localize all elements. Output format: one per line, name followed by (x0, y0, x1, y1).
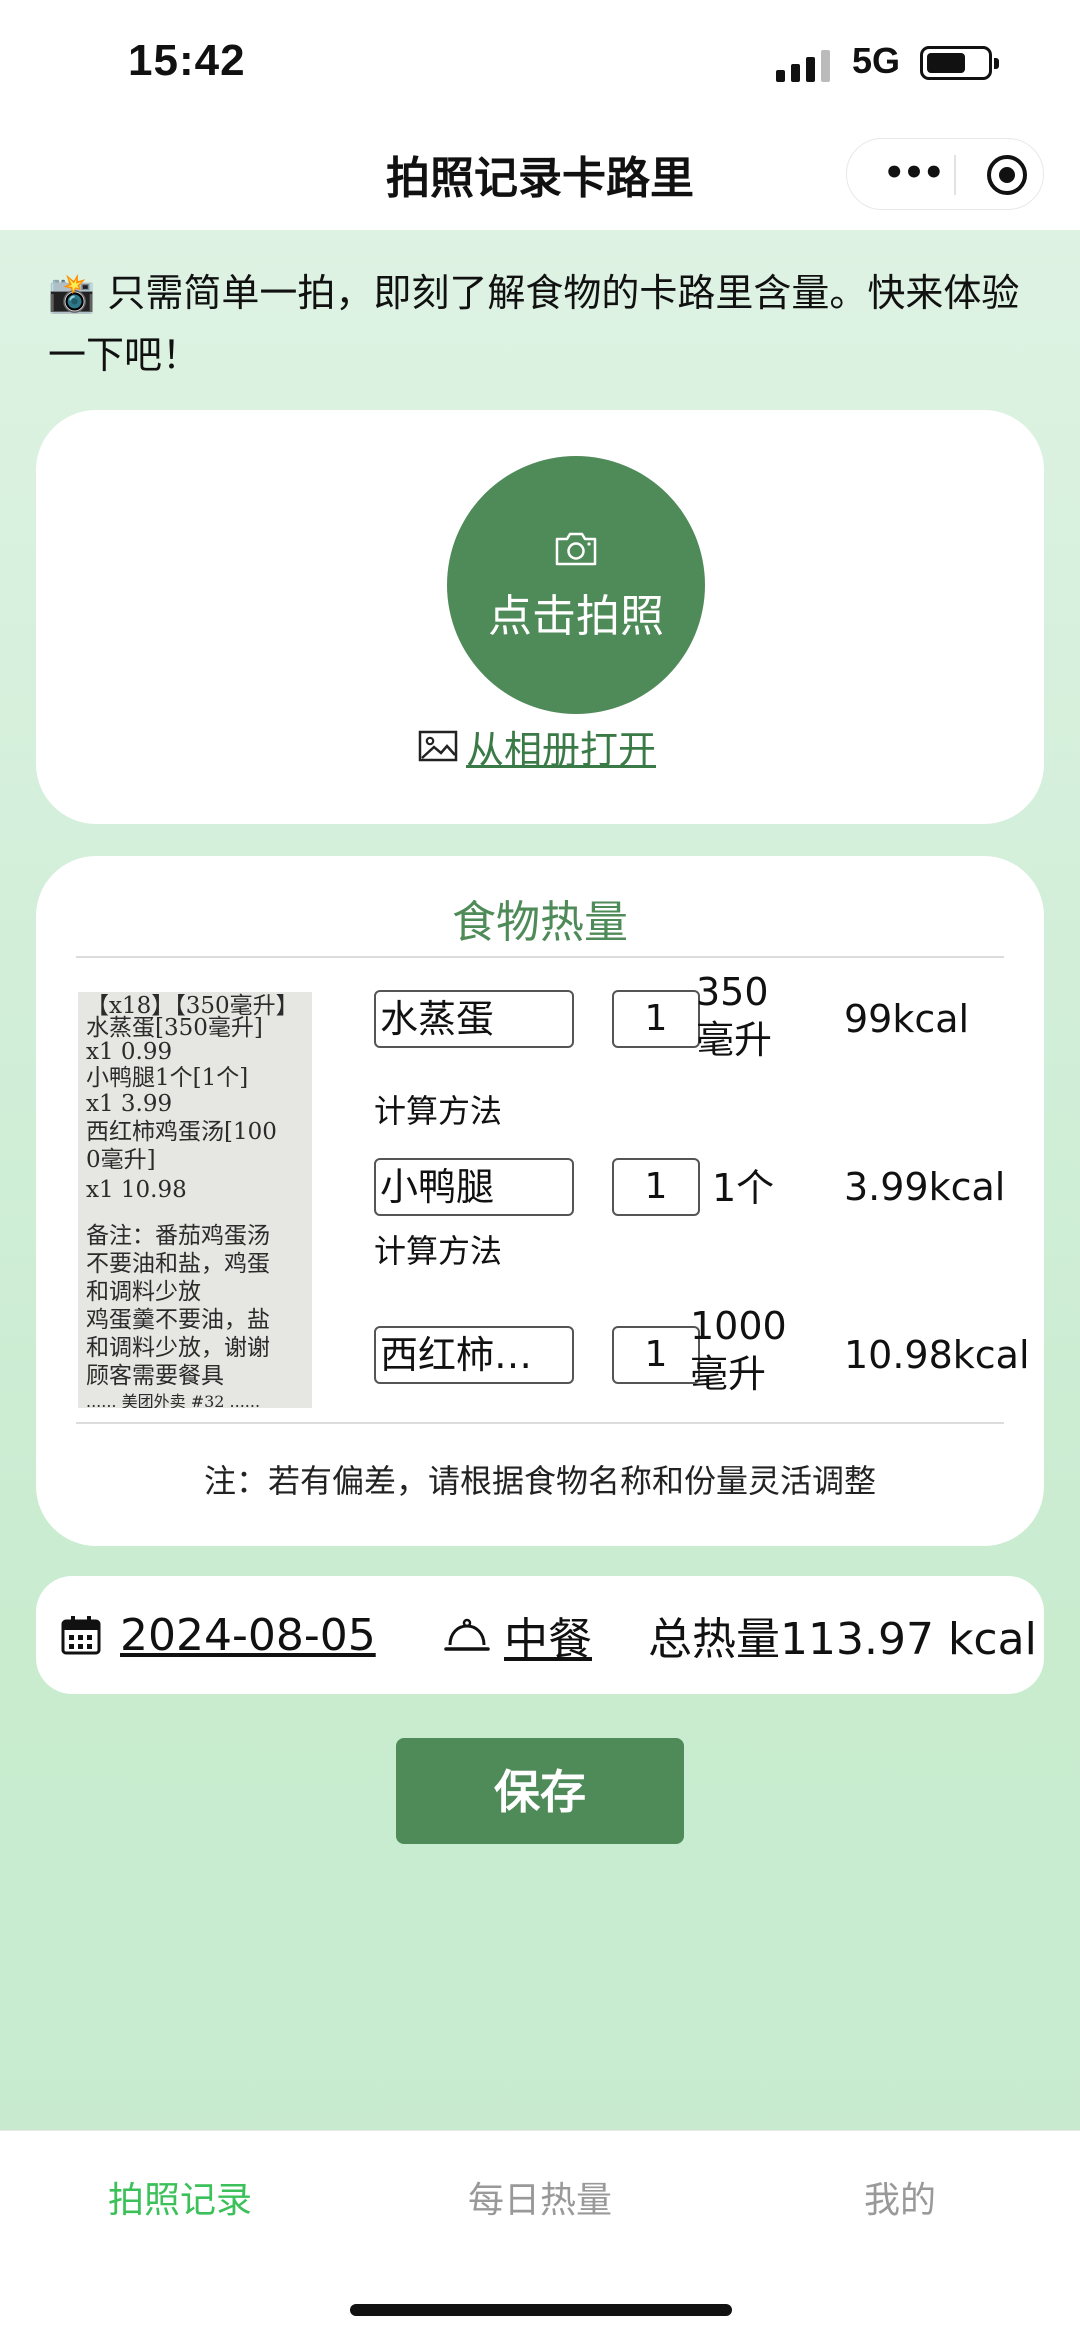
status-time: 15:42 (128, 36, 246, 85)
quantity-input[interactable]: 1 (612, 1326, 700, 1384)
date-value: 2024-08-05 (120, 1609, 376, 1661)
target-circle-icon[interactable] (987, 155, 1027, 195)
meal-value: 中餐 (504, 1614, 592, 1665)
intro-message: 只需简单一拍，即刻了解食物的卡路里含量。快来体验一下吧！ (48, 271, 1020, 377)
divider-top (76, 956, 1004, 958)
adjust-note: 注：若有偏差，请根据食物名称和份量灵活调整 (203, 1462, 876, 1500)
receipt-line: 不要油和盐，鸡蛋 (86, 1251, 270, 1277)
food-name-input[interactable]: 西红柿… (374, 1326, 574, 1384)
section-title: 食物热量 (452, 897, 628, 948)
quantity-input[interactable]: 1 (612, 1158, 700, 1216)
top-bar: 15:42 5G 拍照记录卡路里 ••• (0, 0, 1080, 230)
food-name-input[interactable]: 水蒸蛋 (374, 990, 574, 1048)
camera-icon (555, 532, 597, 566)
receipt-line: 0毫升] (86, 1147, 156, 1173)
calendar-icon (61, 1616, 101, 1655)
mini-program-capsule: ••• (846, 138, 1044, 210)
kcal-value: 3.99kcal (844, 1165, 1006, 1209)
tab-mine[interactable]: 我的 (770, 2171, 1030, 2223)
receipt-line: 备注：番茄鸡蛋汤 (86, 1223, 270, 1249)
receipt-line: 鸡蛋羹不要油，盐 (86, 1307, 270, 1333)
open-album-label: 从相册打开 (466, 727, 657, 772)
open-album-link[interactable]: 从相册打开 (418, 716, 656, 776)
home-indicator[interactable] (350, 2304, 732, 2316)
ellipsis-icon[interactable]: ••• (875, 156, 951, 190)
take-photo-button[interactable]: 点击拍照 (447, 456, 705, 714)
capture-card: 点击拍照 从相册打开 (36, 410, 1044, 824)
meal-picker[interactable]: 中餐 (444, 1576, 592, 1694)
divider-bottom (76, 1422, 1004, 1424)
portion-label: 1000毫升 (690, 1304, 787, 1396)
portion-label: 1个 (712, 1166, 775, 1210)
receipt-line: ...... 美团外卖 #32 ...... (86, 1392, 261, 1408)
portion-label: 350毫升 (696, 970, 773, 1062)
receipt-line: 顾客需要餐具 (86, 1363, 224, 1389)
battery-icon (920, 46, 999, 80)
cloche-icon (444, 1618, 490, 1651)
calc-method-link[interactable]: 计算方法 (374, 1226, 502, 1272)
date-picker[interactable]: 2024-08-05 (60, 1576, 376, 1694)
calc-method-link[interactable]: 计算方法 (374, 1086, 502, 1132)
capsule-divider (954, 155, 956, 195)
receipt-line: x1 0.99 (86, 1039, 173, 1065)
network-type: 5G (852, 40, 901, 81)
receipt-line: 和调料少放 (86, 1279, 201, 1305)
receipt-photo[interactable]: 【x18】【350毫升】 水蒸蛋[350毫升] x1 0.99 小鸭腿1个[1个… (78, 992, 312, 1408)
signal-icon (776, 48, 832, 82)
summary-card: 2024-08-05 中餐 总热量113.97 kcal (36, 1576, 1044, 1694)
total-kcal: 总热量113.97 kcal (648, 1614, 1037, 1665)
intro-text: 📸 只需简单一拍，即刻了解食物的卡路里含量。快来体验一下吧！ (48, 262, 1038, 386)
receipt-line: 西红柿鸡蛋汤[100 (86, 1119, 277, 1145)
quantity-input[interactable]: 1 (612, 990, 700, 1048)
food-name-input[interactable]: 小鸭腿 (374, 1158, 574, 1216)
tab-daily-calories[interactable]: 每日热量 (410, 2171, 670, 2223)
tab-photo-record[interactable]: 拍照记录 (50, 2171, 310, 2223)
kcal-value: 99kcal (844, 997, 970, 1041)
receipt-line: 小鸭腿1个[1个] (86, 1065, 249, 1091)
app-root: 15:42 5G 拍照记录卡路里 ••• 📸 只需简单一拍，即刻了解食物的卡路里… (0, 0, 1080, 2337)
take-photo-label: 点击拍照 (488, 591, 664, 642)
image-icon (418, 730, 458, 762)
receipt-line: x1 10.98 (86, 1177, 187, 1203)
save-button[interactable]: 保存 (396, 1738, 684, 1844)
receipt-line: 和调料少放，谢谢 (86, 1335, 270, 1361)
kcal-value: 10.98kcal (844, 1333, 1030, 1377)
camera-flash-emoji: 📸 (48, 271, 96, 315)
receipt-line: x1 3.99 (86, 1091, 173, 1117)
food-calorie-card: 食物热量 【x18】【350毫升】 水蒸蛋[350毫升] x1 0.99 小鸭腿… (36, 856, 1044, 1546)
